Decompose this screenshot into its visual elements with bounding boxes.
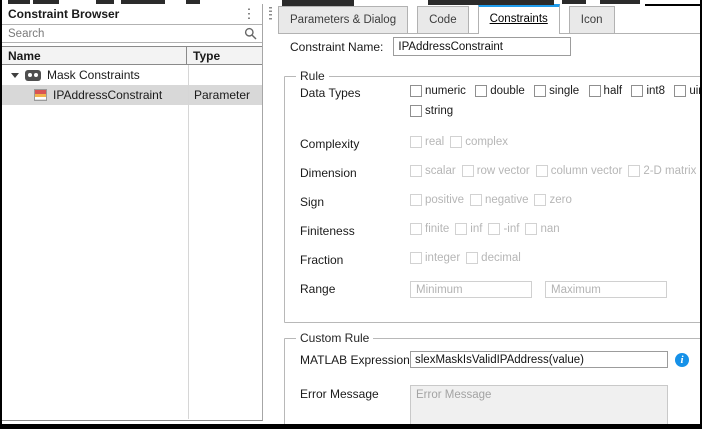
range-row: Range bbox=[300, 281, 702, 298]
tab-parameters-dialog[interactable]: Parameters & Dialog bbox=[278, 6, 409, 33]
checkbox-uint8[interactable] bbox=[674, 85, 687, 97]
checkbox-numeric[interactable] bbox=[410, 85, 422, 97]
tree-row-ipaddressconstraint[interactable]: IPAddressConstraint Parameter bbox=[2, 85, 262, 105]
info-icon[interactable]: i bbox=[675, 352, 689, 367]
checkbox-scalar bbox=[410, 165, 422, 177]
checkbox-double[interactable] bbox=[475, 85, 488, 97]
error-message-row: Error Message bbox=[300, 385, 702, 429]
tree-row-label: IPAddressConstraint bbox=[53, 88, 163, 102]
column-divider bbox=[188, 65, 189, 419]
type-cell: Parameter bbox=[194, 88, 251, 102]
table-header: Name Type bbox=[2, 46, 262, 65]
range-maximum-input bbox=[545, 281, 667, 298]
kebab-menu-icon[interactable] bbox=[242, 6, 256, 22]
constraint-browser-panel: Constraint Browser Name Type Mask Constr… bbox=[2, 4, 263, 421]
sign-row: Sign positive negative zero bbox=[300, 194, 572, 209]
range-label: Range bbox=[300, 282, 336, 296]
fraction-label: Fraction bbox=[300, 253, 344, 267]
custom-rule-section: Custom Rule MATLAB Expression i Error Me… bbox=[284, 331, 702, 429]
checkbox-zero bbox=[534, 194, 547, 206]
checkbox-negative bbox=[470, 194, 482, 206]
constraint-icon bbox=[34, 89, 47, 101]
matlab-expression-input[interactable] bbox=[410, 351, 668, 368]
cropped-content-fragment bbox=[186, 0, 200, 4]
checkbox-decimal bbox=[466, 252, 479, 264]
constraint-name-label: Constraint Name: bbox=[290, 39, 384, 54]
checkbox-int8[interactable] bbox=[631, 85, 644, 97]
cropped-content-fragment bbox=[562, 0, 586, 4]
cropped-content-fragment bbox=[121, 0, 165, 4]
mask-constraints-icon bbox=[25, 69, 41, 81]
cropped-content-fragment bbox=[33, 0, 59, 4]
data-types-row: Data Types numeric double single half in… bbox=[300, 85, 702, 120]
pane-drag-handle[interactable] bbox=[269, 7, 272, 21]
tab-constraints[interactable]: Constraints bbox=[477, 4, 560, 34]
cropped-content-fragment bbox=[645, 4, 702, 6]
complexity-label: Complexity bbox=[300, 137, 360, 151]
checkbox-row-vector bbox=[461, 165, 474, 177]
checkbox-half[interactable] bbox=[588, 85, 601, 97]
search-input[interactable] bbox=[2, 25, 262, 42]
tree-row-label: Mask Constraints bbox=[47, 68, 140, 82]
checkbox-neg-inf bbox=[488, 223, 501, 235]
checkbox-finite bbox=[410, 223, 422, 235]
checkbox-nan bbox=[525, 223, 538, 235]
dimension-row: Dimension scalar row vector column vecto… bbox=[300, 165, 697, 180]
search-bar bbox=[2, 24, 262, 43]
dimension-label: Dimension bbox=[300, 166, 357, 180]
checkbox-integer bbox=[410, 252, 422, 264]
finiteness-row: Finiteness finite inf -inf nan bbox=[300, 223, 560, 238]
checkbox-string[interactable] bbox=[410, 105, 422, 117]
sign-label: Sign bbox=[300, 195, 325, 209]
panel-header: Constraint Browser bbox=[2, 4, 262, 24]
column-header-type[interactable]: Type bbox=[186, 47, 262, 64]
panel-title: Constraint Browser bbox=[8, 7, 120, 21]
mask-editor-window: Constraint Browser Name Type Mask Constr… bbox=[0, 0, 702, 429]
checkbox-2d-matrix bbox=[628, 165, 641, 177]
tree-row-mask-constraints[interactable]: Mask Constraints bbox=[2, 65, 262, 85]
rule-section: Rule Data Types numeric double single ha… bbox=[284, 69, 702, 323]
fraction-row: Fraction integer decimal bbox=[300, 252, 521, 267]
custom-rule-legend: Custom Rule bbox=[300, 331, 370, 345]
checkbox-complex bbox=[450, 136, 463, 148]
search-icon bbox=[244, 27, 257, 40]
cropped-content-fragment bbox=[96, 0, 114, 4]
matlab-expression-label: MATLAB Expression bbox=[300, 352, 410, 367]
tab-bar: Parameters & Dialog Code Constraints Ico… bbox=[278, 4, 700, 34]
cropped-content-fragment bbox=[282, 0, 354, 6]
tab-icon[interactable]: Icon bbox=[568, 6, 615, 33]
checkbox-single[interactable] bbox=[534, 85, 547, 97]
expand-triangle-icon[interactable] bbox=[11, 72, 19, 78]
rule-legend: Rule bbox=[300, 69, 325, 83]
constraint-name-row: Constraint Name: bbox=[290, 37, 572, 56]
cropped-content-fragment bbox=[8, 0, 30, 4]
checkbox-real bbox=[410, 136, 422, 148]
checkbox-inf bbox=[455, 223, 468, 235]
error-message-textarea[interactable] bbox=[410, 385, 668, 429]
data-types-label: Data Types bbox=[300, 86, 361, 100]
checkbox-positive bbox=[410, 194, 422, 206]
tab-code[interactable]: Code bbox=[417, 6, 469, 33]
complexity-row: Complexity real complex bbox=[300, 136, 509, 151]
error-message-label: Error Message bbox=[300, 387, 379, 401]
cropped-content-fragment bbox=[428, 0, 554, 5]
finiteness-label: Finiteness bbox=[300, 224, 355, 238]
range-minimum-input bbox=[410, 281, 532, 298]
matlab-expression-row: MATLAB Expression i bbox=[300, 351, 702, 368]
constraint-name-input[interactable] bbox=[393, 37, 572, 56]
data-types-checkbox-group: numeric double single half int8 uint8 in… bbox=[410, 85, 702, 120]
column-header-name[interactable]: Name bbox=[2, 49, 186, 63]
checkbox-column-vector bbox=[535, 165, 548, 177]
cropped-content-fragment bbox=[600, 0, 640, 4]
